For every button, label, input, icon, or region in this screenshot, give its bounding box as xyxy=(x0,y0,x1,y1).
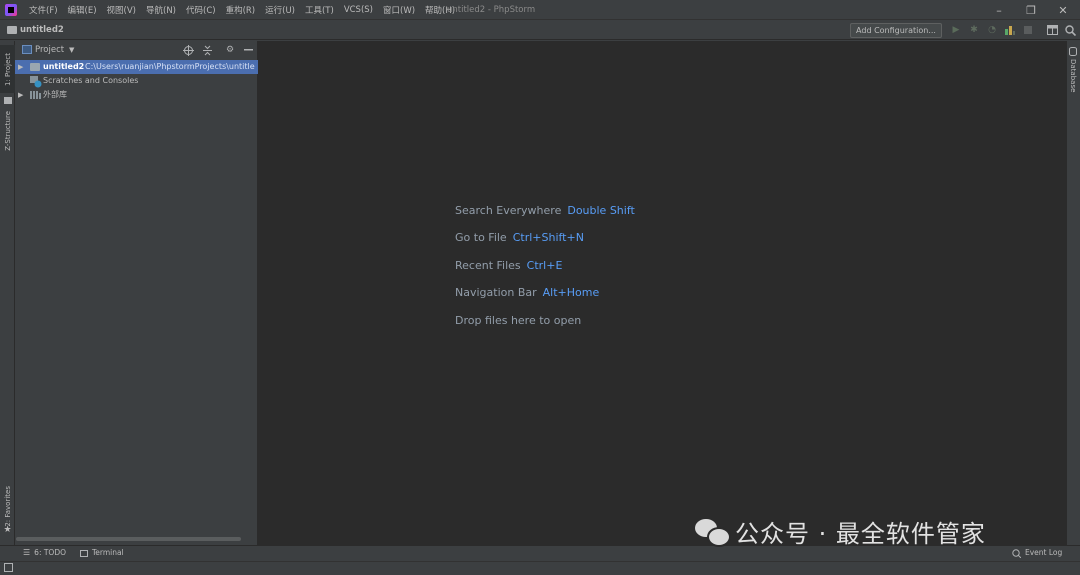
project-structure-icon[interactable] xyxy=(1045,23,1059,37)
folder-icon xyxy=(30,63,40,71)
expand-arrow-icon[interactable]: ▶ xyxy=(18,88,23,102)
menu-bar: 文件(F) 编辑(E) 视图(V) 导航(N) 代码(C) 重构(R) 运行(U… xyxy=(24,0,460,20)
folder-icon xyxy=(7,26,17,34)
breadcrumb-project[interactable]: untitled2 xyxy=(20,23,64,37)
hint-shortcut: Double Shift xyxy=(567,204,635,217)
minimize-button[interactable]: – xyxy=(982,0,1016,20)
tab-structure-label: Z-Structure xyxy=(3,111,12,151)
menu-refactor[interactable]: 重构(R) xyxy=(221,4,261,16)
menu-navigate[interactable]: 导航(N) xyxy=(141,4,181,16)
tab-event-log[interactable]: Event Log xyxy=(1012,546,1062,560)
restore-button[interactable]: ❐ xyxy=(1014,0,1048,20)
coverage-icon[interactable]: ◔ xyxy=(985,23,999,37)
collapse-all-icon[interactable] xyxy=(200,43,214,57)
project-panel xyxy=(15,41,258,545)
event-log-icon xyxy=(1012,548,1021,558)
hide-panel-icon[interactable] xyxy=(241,43,255,57)
tab-todo[interactable]: ☰ 6: TODO xyxy=(23,546,66,560)
tab-favorites[interactable]: 2: Favorites xyxy=(0,481,15,531)
tab-terminal-label: Terminal xyxy=(92,548,124,557)
tree-item-project-name: untitled2 xyxy=(43,62,85,71)
chevron-down-icon[interactable]: ▼ xyxy=(69,43,74,57)
terminal-icon xyxy=(80,549,88,557)
hint-navigation-bar: Navigation Bar Alt+Home xyxy=(455,285,599,301)
tab-terminal[interactable]: Terminal xyxy=(80,546,124,560)
run-icon[interactable]: ▶ xyxy=(949,23,963,37)
scratches-icon xyxy=(30,76,42,88)
menu-window[interactable]: 窗口(W) xyxy=(378,4,420,16)
add-configuration-button[interactable]: Add Configuration... xyxy=(850,23,942,38)
close-button[interactable]: ✕ xyxy=(1046,0,1080,20)
library-icon xyxy=(30,91,41,99)
tab-event-log-label: Event Log xyxy=(1025,548,1063,557)
hint-label: Go to File xyxy=(455,231,507,244)
tab-structure[interactable]: Z-Structure xyxy=(0,103,15,159)
tab-database[interactable]: Database xyxy=(1066,59,1080,99)
menu-edit[interactable]: 编辑(E) xyxy=(63,4,102,16)
hint-label: Recent Files xyxy=(455,259,521,272)
watermark-text: 公众号 · 最全软件管家 xyxy=(735,519,986,548)
menu-run[interactable]: 运行(U) xyxy=(260,4,300,16)
profile-icon[interactable] xyxy=(1003,23,1017,37)
toggle-tool-windows-icon[interactable] xyxy=(4,563,13,572)
hint-search-everywhere: Search Everywhere Double Shift xyxy=(455,203,635,219)
tab-project-label: 1: Project xyxy=(3,52,12,86)
tab-favorites-label: 2: Favorites xyxy=(3,485,12,527)
gear-icon[interactable]: ⚙ xyxy=(223,43,237,57)
hint-shortcut: Ctrl+E xyxy=(526,259,563,272)
editor-area[interactable] xyxy=(258,41,1066,545)
status-bar xyxy=(0,561,1080,575)
debug-icon[interactable]: ✱ xyxy=(967,23,981,37)
hint-label: Navigation Bar xyxy=(455,286,537,299)
menu-tools[interactable]: 工具(T) xyxy=(300,4,339,16)
tree-item-project-path: C:\Users\ruanjian\PhpstormProjects\untit… xyxy=(85,62,255,71)
tree-item-scratches[interactable]: Scratches and Consoles xyxy=(43,74,138,88)
hint-go-to-file: Go to File Ctrl+Shift+N xyxy=(455,230,584,246)
stop-icon[interactable] xyxy=(1021,23,1035,37)
search-icon[interactable] xyxy=(1063,23,1077,37)
database-icon xyxy=(1069,47,1077,56)
left-tool-stripe: 1: Project Z-Structure 2: Favorites ★ xyxy=(0,41,15,545)
expand-arrow-icon[interactable]: ▶ xyxy=(18,60,23,74)
tab-database-label: Database xyxy=(1069,59,1077,93)
menu-vcs[interactable]: VCS(S) xyxy=(339,5,378,15)
horizontal-scrollbar[interactable] xyxy=(16,537,241,541)
menu-view[interactable]: 视图(V) xyxy=(102,4,141,16)
tree-item-external-libraries[interactable]: 外部库 xyxy=(43,88,67,102)
window-title: untitled2 - PhpStorm xyxy=(447,5,536,15)
hint-recent-files: Recent Files Ctrl+E xyxy=(455,258,562,274)
tab-project[interactable]: 1: Project xyxy=(0,45,15,93)
menu-file[interactable]: 文件(F) xyxy=(24,4,63,16)
right-tool-stripe xyxy=(1066,41,1080,545)
watermark: 公众号 · 最全软件管家 xyxy=(695,513,986,549)
hint-label: Search Everywhere xyxy=(455,204,562,217)
wechat-logo-icon xyxy=(695,517,731,547)
project-view-selector[interactable]: Project xyxy=(35,43,64,57)
phpstorm-logo-icon xyxy=(5,4,17,16)
project-view-icon xyxy=(22,45,32,54)
todo-icon: ☰ xyxy=(23,548,31,557)
hint-drop-files: Drop files here to open xyxy=(455,313,581,329)
hint-label: Drop files here to open xyxy=(455,314,582,327)
hint-shortcut: Alt+Home xyxy=(542,286,600,299)
tab-todo-label: 6: TODO xyxy=(34,548,67,557)
menu-code[interactable]: 代码(C) xyxy=(181,4,221,16)
hint-shortcut: Ctrl+Shift+N xyxy=(512,231,584,244)
locate-icon[interactable] xyxy=(181,43,195,57)
star-icon: ★ xyxy=(3,525,12,535)
